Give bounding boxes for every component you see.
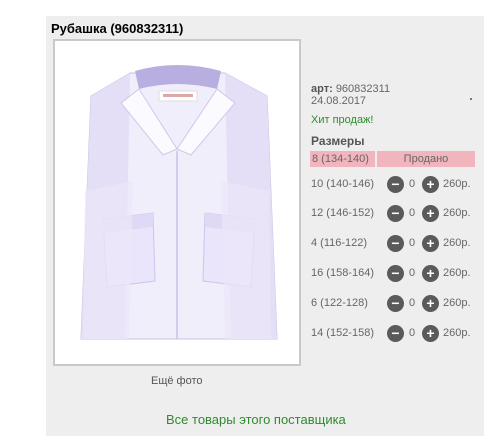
more-photos-link[interactable]: Ещё фото (151, 375, 203, 387)
article-label: арт: (311, 83, 333, 95)
size-label: 16 (158-164) (311, 267, 374, 279)
size-label: 8 (134-140) (310, 151, 375, 167)
product-photo[interactable] (53, 39, 301, 366)
shirt-image (80, 65, 278, 340)
size-label: 12 (146-152) (311, 207, 374, 219)
product-title: Рубашка (960832311) (51, 21, 184, 36)
size-row: 12 (146-152) − 0 + 260р. (311, 205, 481, 223)
size-label: 6 (122-128) (311, 297, 368, 309)
quantity-value: 0 (409, 237, 416, 249)
size-label: 14 (152-158) (311, 327, 374, 339)
price: 260р. (443, 207, 471, 219)
supplier-products-link[interactable]: Все товары этого поставщика (166, 412, 346, 427)
price: 260р. (443, 178, 471, 190)
plus-button[interactable]: + (422, 176, 439, 193)
quantity-value: 0 (409, 327, 416, 339)
sizes-heading: Размеры (311, 134, 365, 148)
size-row: 14 (152-158) − 0 + 260р. (311, 325, 481, 343)
minus-button[interactable]: − (387, 176, 404, 193)
price: 260р. (443, 237, 471, 249)
minus-button[interactable]: − (387, 265, 404, 282)
minus-button[interactable]: − (387, 205, 404, 222)
quantity-value: 0 (409, 267, 416, 279)
minus-button[interactable]: − (387, 325, 404, 342)
decorative-dot (470, 98, 472, 100)
size-row: 4 (116-122) − 0 + 260р. (311, 235, 481, 253)
minus-button[interactable]: − (387, 295, 404, 312)
sold-out-status: Продано (377, 151, 475, 167)
quantity-value: 0 (409, 297, 416, 309)
price: 260р. (443, 297, 471, 309)
quantity-value: 0 (409, 178, 416, 190)
bestseller-badge: Хит продаж! (311, 114, 374, 126)
size-row: 10 (140-146) − 0 + 260р. (311, 176, 481, 194)
plus-button[interactable]: + (422, 265, 439, 282)
minus-button[interactable]: − (387, 235, 404, 252)
size-row-sold-out: 8 (134-140) Продано (310, 151, 475, 167)
article-info: арт: 960832311 24.08.2017 (311, 83, 390, 107)
article-value: 960832311 (335, 83, 391, 95)
quantity-value: 0 (409, 207, 416, 219)
size-row: 16 (158-164) − 0 + 260р. (311, 265, 481, 283)
plus-button[interactable]: + (422, 325, 439, 342)
size-label: 10 (140-146) (311, 178, 374, 190)
size-label: 4 (116-122) (311, 237, 368, 249)
size-row: 6 (122-128) − 0 + 260р. (311, 295, 481, 313)
plus-button[interactable]: + (422, 205, 439, 222)
plus-button[interactable]: + (422, 295, 439, 312)
article-date: 24.08.2017 (311, 95, 367, 107)
plus-button[interactable]: + (422, 235, 439, 252)
price: 260р. (443, 327, 471, 339)
price: 260р. (443, 267, 471, 279)
